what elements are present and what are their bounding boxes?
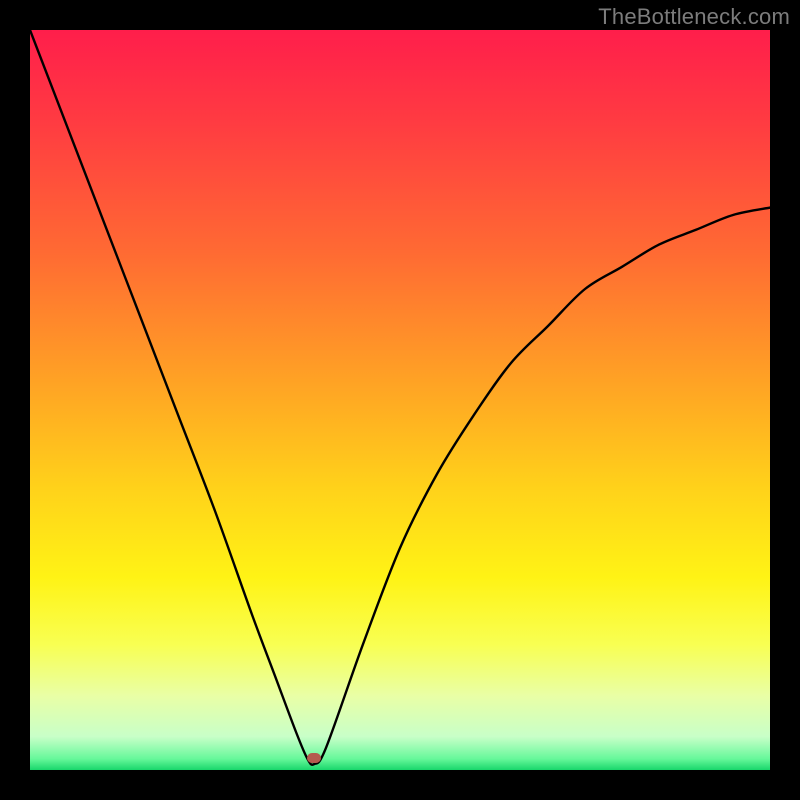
bottleneck-curve (30, 30, 770, 770)
plot-area (30, 30, 770, 770)
optimal-point-marker (307, 753, 321, 763)
chart-frame: TheBottleneck.com (0, 0, 800, 800)
watermark-text: TheBottleneck.com (598, 4, 790, 30)
